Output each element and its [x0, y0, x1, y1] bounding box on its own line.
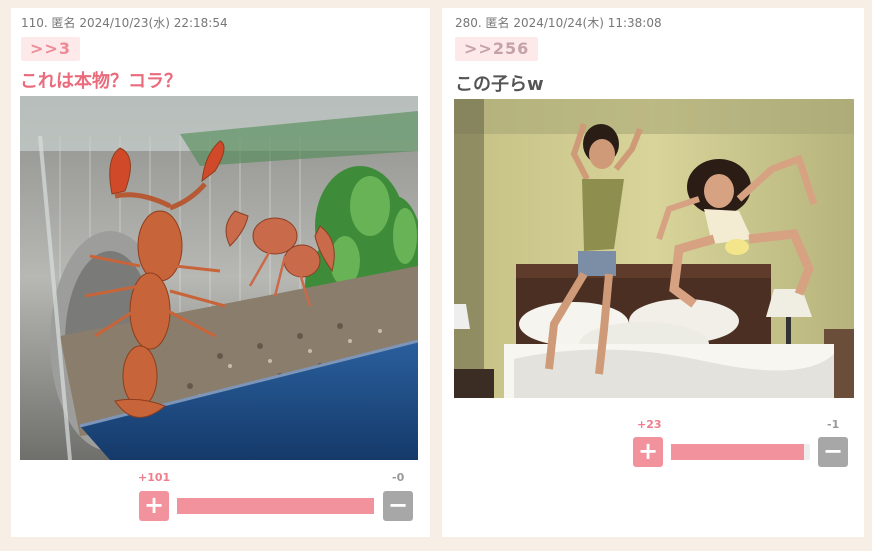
- crayfish-photo[interactable]: [20, 96, 418, 460]
- comment-card: 280. 匿名 2024/10/24(木) 11:38:08 >>256 この子…: [442, 8, 864, 537]
- comment-text: これは本物？コラ？: [20, 71, 182, 92]
- comment-meta: 280. 匿名 2024/10/24(木) 11:38:08: [455, 16, 662, 30]
- reply-anchor-link[interactable]: >>3: [21, 37, 80, 61]
- minus-vote-count: -1: [827, 418, 840, 431]
- comment-text: この子らw: [455, 74, 544, 95]
- girls-jumping-photo[interactable]: [454, 99, 854, 398]
- plus-vote-button[interactable]: +: [633, 437, 663, 467]
- minus-vote-button[interactable]: −: [383, 491, 413, 521]
- vote-ratio-bar: [177, 498, 374, 514]
- minus-vote-count: -0: [392, 471, 405, 484]
- comment-meta: 110. 匿名 2024/10/23(水) 22:18:54: [21, 16, 228, 30]
- plus-vote-button[interactable]: +: [139, 491, 169, 521]
- minus-vote-button[interactable]: −: [818, 437, 848, 467]
- plus-vote-count: +101: [138, 471, 171, 484]
- plus-vote-count: +23: [637, 418, 662, 431]
- comment-card: 110. 匿名 2024/10/23(水) 22:18:54 >>3 これは本物…: [11, 8, 430, 537]
- reply-anchor-link[interactable]: >>256: [455, 37, 539, 61]
- vote-ratio-bar: [671, 444, 810, 460]
- vote-ratio-fill: [671, 444, 805, 460]
- vote-ratio-fill: [177, 498, 374, 514]
